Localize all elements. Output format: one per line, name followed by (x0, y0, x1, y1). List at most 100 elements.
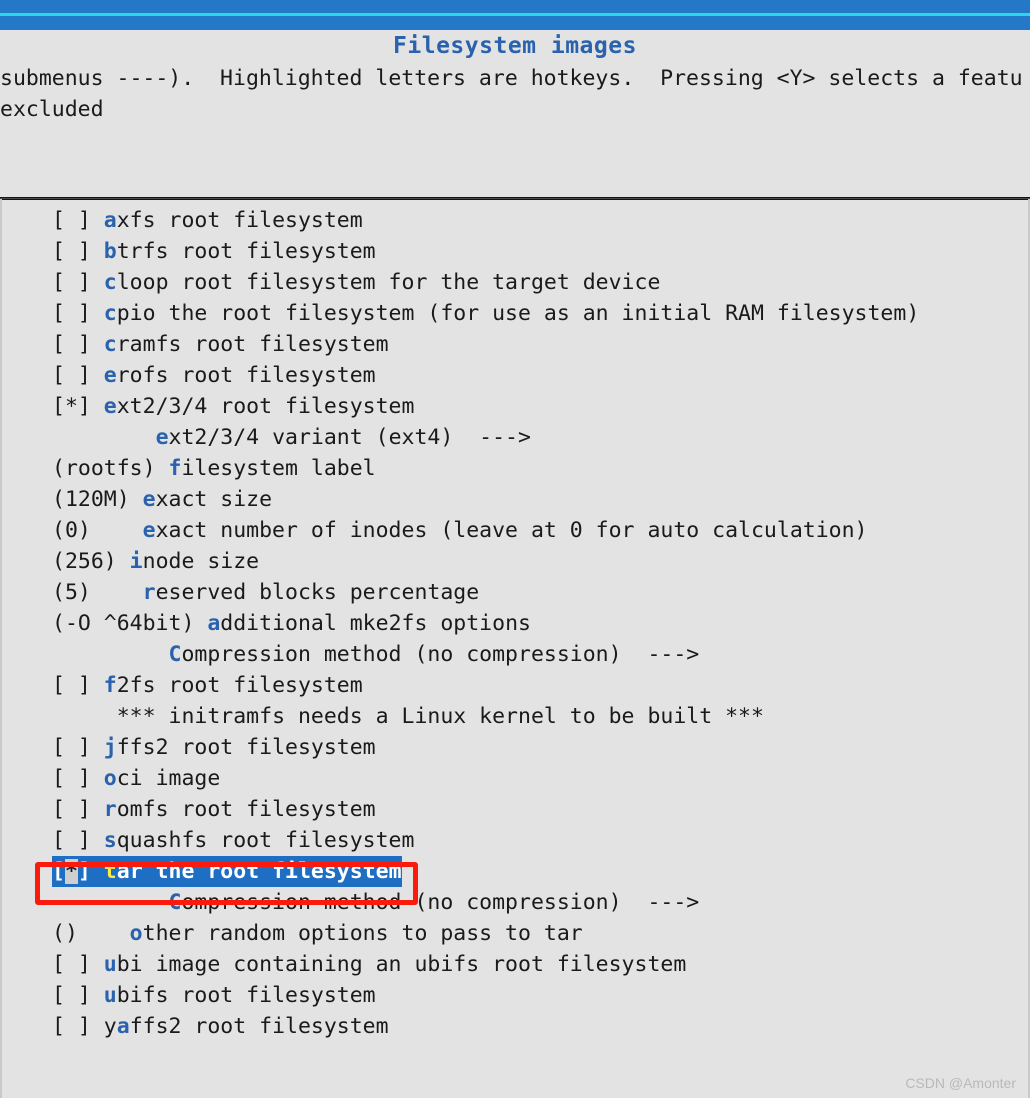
list-item[interactable]: [ ] axfs root filesystem (0, 205, 1030, 236)
list-item[interactable]: (120M) exact size (0, 484, 1030, 515)
list-item[interactable]: () other random options to pass to tar (0, 918, 1030, 949)
list-item-prefix: (5) (52, 580, 143, 605)
list-item[interactable]: [ ] oci image (0, 763, 1030, 794)
list-item-label: xact size (155, 487, 273, 512)
hotkey-letter: a (103, 208, 117, 233)
list-item-label: quashfs root filesystem (116, 828, 415, 853)
hotkey-letter: s (103, 828, 117, 853)
list-item-prefix: [ ] y (52, 1014, 117, 1039)
list-item-prefix: () (52, 921, 130, 946)
list-item-label: loop root filesystem for the target devi… (116, 270, 661, 295)
hotkey-letter: b (103, 239, 117, 264)
watermark: CSDN @Amonter (905, 1075, 1016, 1091)
list-item[interactable]: (-O ^64bit) additional mke2fs options (0, 608, 1030, 639)
list-item-label: ffs2 root filesystem (116, 735, 376, 760)
list-item[interactable]: [ ] ubi image containing an ubifs root f… (0, 949, 1030, 980)
hotkey-letter: o (129, 921, 143, 946)
list-item-label: ramfs root filesystem (116, 332, 389, 357)
list-item[interactable]: Compression method (no compression) ---> (0, 887, 1030, 918)
hotkey-letter: u (103, 952, 117, 977)
list-item-label: node size (142, 549, 260, 574)
list-item[interactable]: (0) exact number of inodes (leave at 0 f… (0, 515, 1030, 546)
hotkey-letter: e (103, 363, 117, 388)
hotkey-letter: i (129, 549, 143, 574)
list-item-prefix: [ ] (52, 797, 104, 822)
hotkey-letter: t (103, 859, 117, 884)
hotkey-letter: c (103, 270, 117, 295)
list-item-label: dditional mke2fs options (220, 611, 531, 636)
list-item-label: xact number of inodes (leave at 0 for au… (155, 518, 868, 543)
hotkey-letter: c (103, 301, 117, 326)
list-item-prefix (52, 704, 117, 729)
list-item-prefix: [ ] (52, 766, 104, 791)
list-item-prefix (52, 890, 169, 915)
list-item-label: ompression method (no compression) ---> (181, 890, 700, 915)
list-item-prefix (52, 425, 156, 450)
list-item[interactable]: [ ] cpio the root filesystem (for use as… (0, 298, 1030, 329)
list-item-prefix: (0) (52, 518, 143, 543)
cyan-accent-line (0, 13, 1030, 16)
help-text-line-2: excluded (0, 97, 104, 122)
list-item-label: *** initramfs needs a Linux kernel to be… (116, 704, 764, 729)
list-item[interactable]: [ ] squashfs root filesystem (0, 825, 1030, 856)
hotkey-letter: f (168, 456, 182, 481)
list-item-prefix: (-O ^64bit) (52, 611, 208, 636)
list-item[interactable]: [ ] erofs root filesystem (0, 360, 1030, 391)
list-item-prefix: (120M) (52, 487, 143, 512)
list-item-label: ffs2 root filesystem (129, 1014, 389, 1039)
hotkey-letter: e (142, 487, 156, 512)
list-item[interactable]: [ ] cramfs root filesystem (0, 329, 1030, 360)
hotkey-letter: o (103, 766, 117, 791)
hotkey-letter: r (142, 580, 156, 605)
hotkey-letter: r (103, 797, 117, 822)
list-item-label: rofs root filesystem (116, 363, 376, 388)
list-item-label: omfs root filesystem (116, 797, 376, 822)
list-item-label: bifs root filesystem (116, 983, 376, 1008)
config-option-list[interactable]: [ ] axfs root filesystem[ ] btrfs root f… (0, 205, 1030, 1085)
hotkey-letter: e (103, 394, 117, 419)
help-text-line-1: submenus ----). Highlighted letters are … (0, 66, 1023, 91)
list-item-prefix: [ ] (52, 208, 104, 233)
hotkey-letter: c (103, 332, 117, 357)
list-item[interactable]: (256) inode size (0, 546, 1030, 577)
list-item[interactable]: [ ] ubifs root filesystem (0, 980, 1030, 1011)
list-item-prefix: [ ] (52, 828, 104, 853)
list-item[interactable]: [ ] f2fs root filesystem (0, 670, 1030, 701)
list-item-label: ar the root filesystem (116, 859, 402, 884)
list-item-label: ompression method (no compression) ---> (181, 642, 700, 667)
hotkey-letter: C (168, 890, 182, 915)
list-item-prefix: [ ] (52, 239, 104, 264)
page-title: Filesystem images (393, 33, 637, 59)
list-item[interactable]: ext2/3/4 variant (ext4) ---> (0, 422, 1030, 453)
checkbox-close-bracket: ] (77, 859, 104, 884)
list-item-label: ilesystem label (181, 456, 376, 481)
list-item-prefix: (rootfs) (52, 456, 169, 481)
list-item[interactable]: [ ] btrfs root filesystem (0, 236, 1030, 267)
list-item[interactable]: Compression method (no compression) ---> (0, 639, 1030, 670)
checkbox-open-bracket: [ (52, 859, 65, 884)
list-item-selected[interactable]: [*] tar the root filesystem (0, 856, 1030, 887)
list-item[interactable]: [ ] yaffs2 root filesystem (0, 1011, 1030, 1042)
list-item-prefix: [ ] (52, 332, 104, 357)
list-item[interactable]: [ ] cloop root filesystem for the target… (0, 267, 1030, 298)
list-item-prefix: [ ] (52, 673, 104, 698)
selection-highlight[interactable]: [*] tar the root filesystem (52, 856, 402, 887)
list-item-label: xfs root filesystem (116, 208, 363, 233)
top-decorative-bar (0, 0, 1030, 30)
list-item-label: xt2/3/4 root filesystem (116, 394, 415, 419)
list-item-prefix: [ ] (52, 735, 104, 760)
list-item[interactable]: [*] ext2/3/4 root filesystem (0, 391, 1030, 422)
hotkey-letter: C (168, 642, 182, 667)
list-item-prefix: (256) (52, 549, 130, 574)
list-item-prefix: [ ] (52, 983, 104, 1008)
list-item-label: bi image containing an ubifs root filesy… (116, 952, 687, 977)
list-item[interactable]: (rootfs) filesystem label (0, 453, 1030, 484)
list-item[interactable]: *** initramfs needs a Linux kernel to be… (0, 701, 1030, 732)
list-item-prefix: [ ] (52, 363, 104, 388)
checkbox-checked-marker: * (64, 859, 78, 884)
list-item[interactable]: [ ] romfs root filesystem (0, 794, 1030, 825)
list-item-prefix: [ ] (52, 952, 104, 977)
list-item[interactable]: [ ] jffs2 root filesystem (0, 732, 1030, 763)
hotkey-letter: f (103, 673, 117, 698)
list-item[interactable]: (5) reserved blocks percentage (0, 577, 1030, 608)
